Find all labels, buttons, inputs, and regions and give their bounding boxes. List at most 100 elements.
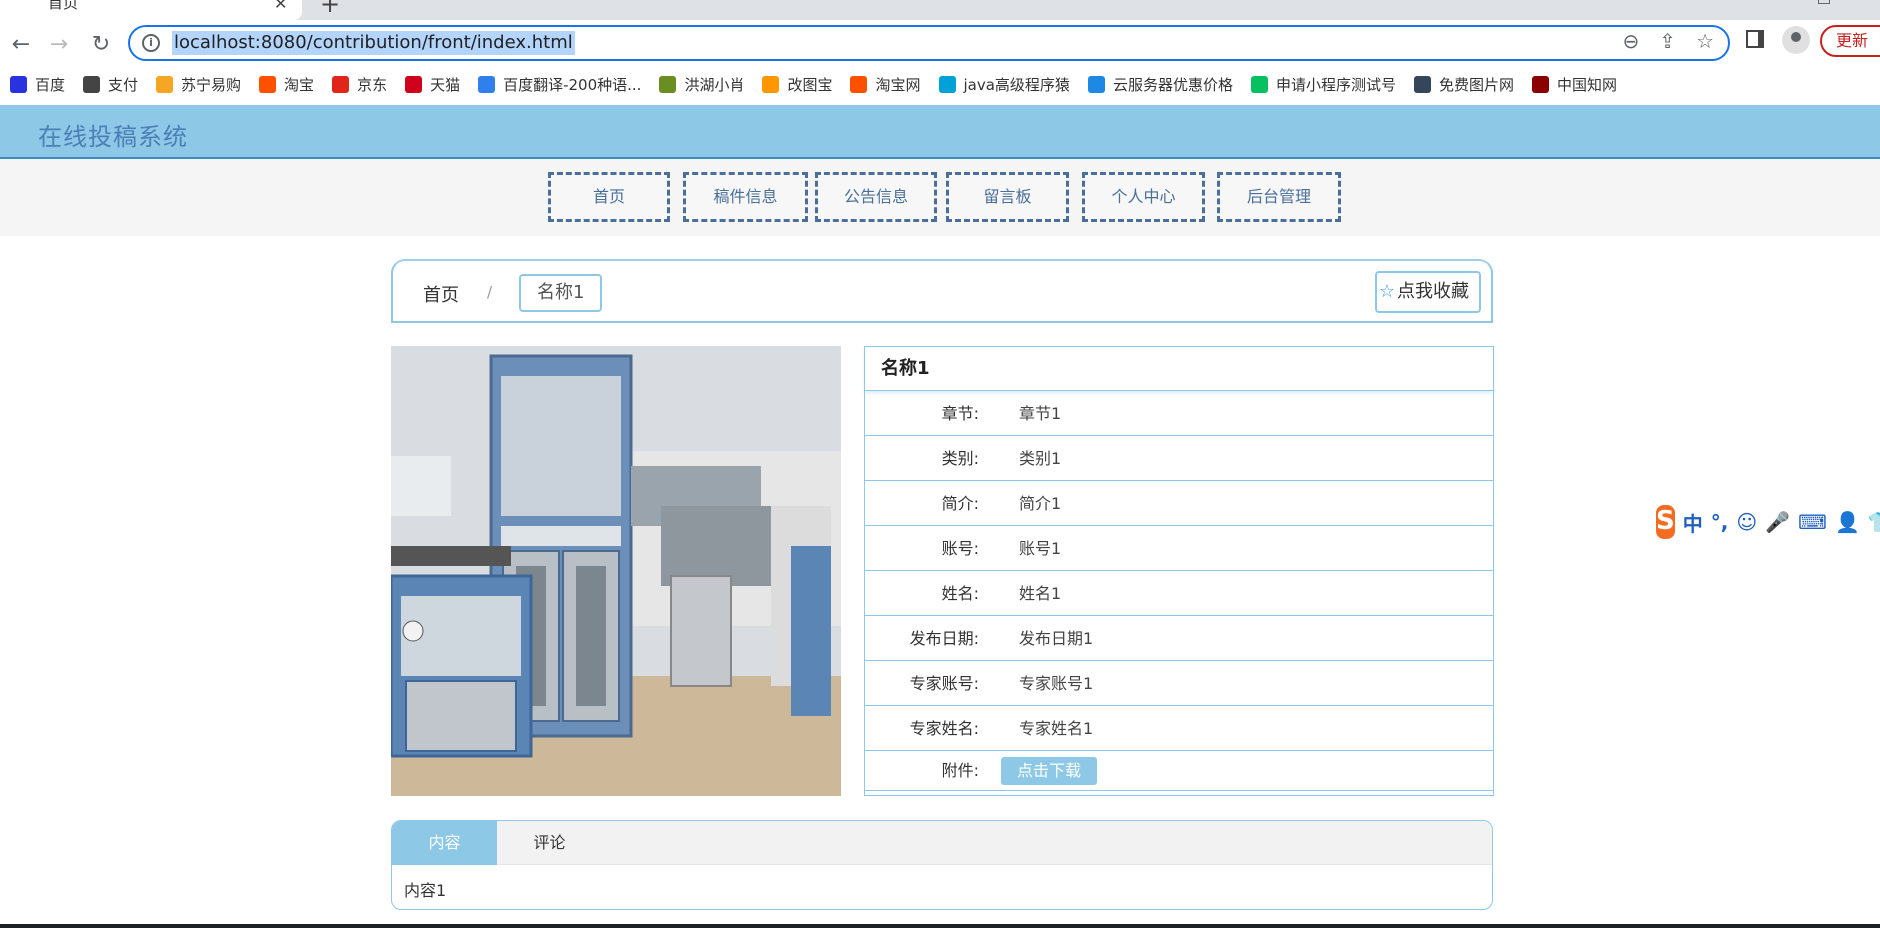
ime-chinese-mode[interactable]: 中 (1683, 508, 1703, 537)
detail-row-name: 姓名: 姓名1 (865, 571, 1493, 616)
cloud-icon (1087, 75, 1105, 93)
bookmark-item[interactable]: java高级程序猿 (938, 74, 1070, 95)
favorite-button[interactable]: ☆ 点我收藏 (1374, 271, 1481, 313)
browser-tab[interactable]: 首页 ✕ (0, 0, 302, 20)
download-button[interactable]: 点击下载 (1001, 757, 1097, 785)
sogou-logo-icon[interactable]: S (1656, 505, 1675, 539)
bookmark-label: java高级程序猿 (963, 75, 1070, 94)
taobao-icon (259, 75, 277, 93)
lab-equipment-photo (391, 346, 841, 796)
ime-emoji-icon[interactable]: ☺ (1736, 510, 1757, 534)
ime-toolbar: S 中 °, ☺ 🎤 ⌨ 👤 👕 (1656, 502, 1880, 542)
bookmark-label: 中国知网 (1556, 75, 1617, 94)
ime-skin-icon[interactable]: 👕 (1868, 510, 1880, 534)
update-button[interactable]: 更新 (1820, 25, 1880, 57)
share-icon[interactable]: ⇪ (1659, 29, 1676, 53)
ime-voice-icon[interactable]: 🎤 (1765, 510, 1790, 534)
detail-label: 账号: (941, 539, 979, 558)
window-restore-icon[interactable] (1818, 0, 1830, 4)
bookmark-item[interactable]: 改图宝 (762, 74, 832, 95)
bookmark-item[interactable]: 洪湖小肖 (659, 74, 744, 95)
translate-icon (478, 75, 496, 93)
detail-label: 简介: (941, 494, 979, 513)
bookmark-item[interactable]: 中国知网 (1531, 74, 1617, 95)
nav-item-manuscripts[interactable]: 稿件信息 (683, 172, 808, 222)
bookmark-label: 天猫 (430, 75, 461, 94)
detail-label: 专家账号: (909, 674, 979, 693)
detail-row-attachment: 附件: 点击下载 (865, 751, 1493, 791)
breadcrumb-home[interactable]: 首页 (423, 281, 459, 307)
nav-item-announcements[interactable]: 公告信息 (815, 172, 937, 222)
bookmark-item[interactable]: 百度翻译-200种语... (478, 74, 641, 95)
detail-title: 名称1 (865, 347, 1493, 391)
bookmark-label: 苏宁易购 (181, 75, 242, 94)
detail-row-publish-date: 发布日期: 发布日期1 (865, 616, 1493, 661)
tab-title: 首页 (48, 0, 79, 12)
bookmark-label: 支付 (108, 75, 139, 94)
baidu-icon (10, 75, 27, 93)
bookmark-item[interactable]: 免费图片网 (1413, 74, 1514, 95)
bookmark-item[interactable]: 京东 (332, 74, 387, 95)
reload-icon[interactable]: ↻ (86, 30, 116, 60)
wechat-icon (1250, 75, 1268, 93)
profile-avatar-icon[interactable] (1782, 26, 1810, 54)
content-tabs: 内容 评论 (392, 821, 1492, 865)
bookmark-star-icon[interactable]: ☆ (1696, 29, 1714, 53)
jd-icon (332, 75, 350, 93)
bookmark-item[interactable]: 云服务器优惠价格 (1087, 74, 1233, 95)
bookmark-label: 淘宝 (284, 75, 315, 94)
detail-row-account: 账号: 账号1 (865, 526, 1493, 571)
new-tab-icon[interactable]: + (320, 0, 340, 18)
detail-label: 专家姓名: (909, 719, 979, 738)
bookmark-label: 京东 (357, 75, 388, 94)
bookmark-item[interactable]: 天猫 (405, 74, 460, 95)
content-tabs-panel: 内容 评论 内容1 (391, 820, 1493, 910)
taobao2-icon (850, 75, 868, 93)
close-tab-icon[interactable]: ✕ (274, 0, 287, 13)
manuscript-image (391, 346, 841, 796)
detail-value: 姓名1 (1019, 584, 1062, 603)
detail-value: 简介1 (1019, 494, 1062, 513)
address-bar[interactable]: i localhost:8080/contribution/front/inde… (128, 25, 1730, 61)
bookmark-item[interactable]: 淘宝 (259, 74, 314, 95)
detail-label: 发布日期: (909, 629, 979, 648)
bookmark-label: 淘宝网 (875, 75, 921, 94)
detail-value: 账号1 (1019, 539, 1062, 558)
ime-user-icon[interactable]: 👤 (1835, 510, 1860, 534)
site-info-icon[interactable]: i (142, 34, 160, 52)
nav-item-message-board[interactable]: 留言板 (946, 172, 1069, 222)
url-text[interactable]: localhost:8080/contribution/front/index.… (172, 31, 575, 55)
detail-row-category: 类别: 类别1 (865, 436, 1493, 481)
nav-item-personal-center[interactable]: 个人中心 (1082, 172, 1205, 222)
ime-punctuation-icon[interactable]: °, (1711, 510, 1729, 534)
detail-row-summary: 简介: 简介1 (865, 481, 1493, 526)
breadcrumb-current: 名称1 (519, 274, 603, 312)
forward-arrow-icon[interactable]: → (44, 30, 74, 60)
bookmark-item[interactable]: 淘宝网 (850, 74, 921, 95)
bookmark-item[interactable]: 申请小程序测试号 (1250, 74, 1396, 95)
tab-content[interactable]: 内容 (392, 821, 497, 865)
bilibili-icon (938, 75, 956, 93)
star-icon: ☆ (1378, 281, 1395, 302)
back-arrow-icon[interactable]: ← (6, 30, 36, 60)
bookmark-label: 百度 (35, 75, 66, 94)
detail-label: 附件: (941, 761, 979, 780)
bookmark-item[interactable]: 苏宁易购 (156, 74, 241, 95)
breadcrumb-separator: / (487, 283, 493, 301)
bookmark-label: 改图宝 (787, 75, 833, 94)
detail-value: 发布日期1 (1019, 629, 1094, 648)
ime-keyboard-icon[interactable]: ⌨ (1798, 510, 1827, 534)
bookmark-item[interactable]: 百度 (10, 74, 65, 95)
bookmark-label: 洪湖小肖 (684, 75, 745, 94)
detail-row-chapter: 章节: 章节1 (865, 391, 1493, 436)
nav-item-admin[interactable]: 后台管理 (1217, 172, 1341, 222)
bookmark-label: 免费图片网 (1438, 75, 1514, 94)
zoom-icon[interactable]: ⊖ (1623, 29, 1640, 53)
bookmark-item[interactable]: 支付 (83, 74, 138, 95)
cnki-icon (1531, 75, 1549, 93)
site-title: 在线投稿系统 (38, 123, 188, 151)
bookmark-label: 申请小程序测试号 (1275, 75, 1396, 94)
nav-item-home[interactable]: 首页 (548, 172, 670, 222)
tab-comments[interactable]: 评论 (497, 821, 602, 865)
side-panel-icon[interactable] (1746, 30, 1764, 48)
